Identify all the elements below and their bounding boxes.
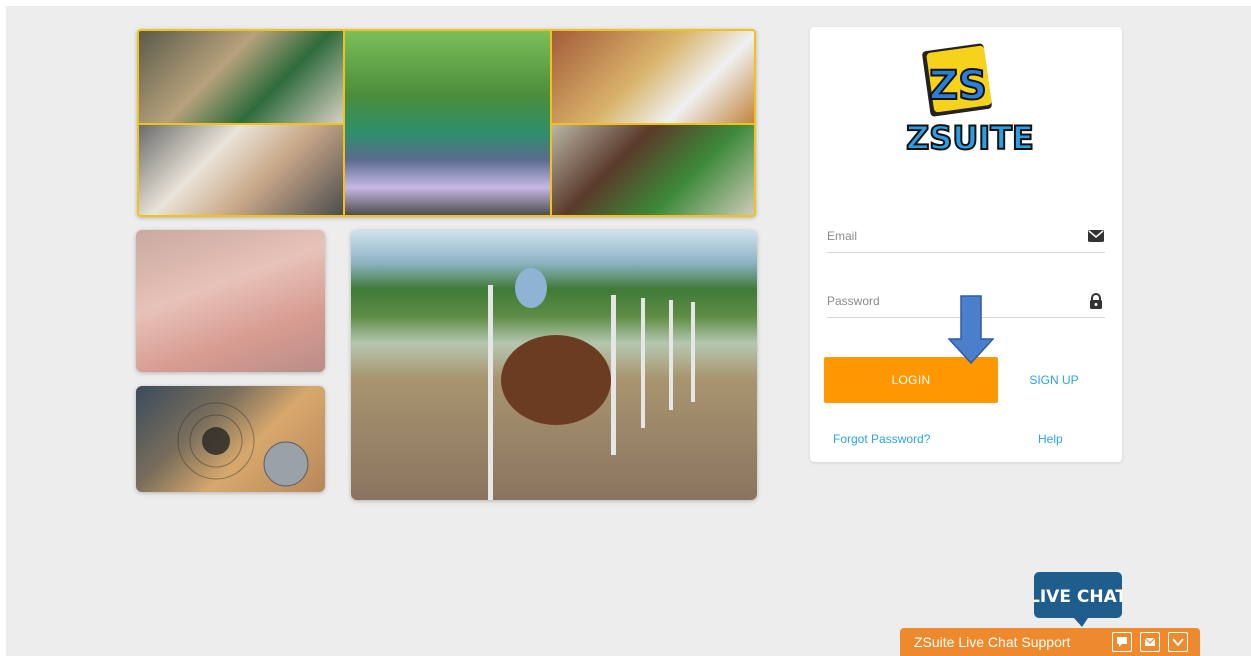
annotation-down-arrow-icon	[948, 295, 994, 365]
target-illustration	[177, 402, 309, 487]
photo-kids-exhibit	[139, 31, 343, 123]
live-chat-badge-text: LIVE CHAT	[1034, 587, 1122, 607]
chevron-down-icon[interactable]	[1168, 632, 1188, 652]
collage-photo	[137, 29, 756, 217]
photo-target-pellets	[136, 386, 325, 492]
photo-chef-entry	[552, 31, 754, 123]
chat-bubble-icon[interactable]	[1112, 632, 1132, 652]
signup-button[interactable]: SIGN UP	[1014, 357, 1094, 403]
page-edge-top	[0, 0, 1251, 6]
live-chat-bar[interactable]: ZSuite Live Chat Support	[900, 628, 1200, 656]
chat-envelope-icon[interactable]	[1140, 632, 1160, 652]
email-field[interactable]: Email	[827, 226, 1105, 253]
help-link[interactable]: Help	[1038, 432, 1063, 446]
logo-wordmark: ZSUITE	[906, 119, 1034, 157]
forgot-password-link[interactable]: Forgot Password?	[833, 432, 930, 446]
photo-barrel-racing	[351, 230, 757, 500]
logo-graphic: ZS ZSUITE	[905, 43, 1035, 158]
logo-mark: ZS	[929, 63, 987, 109]
email-label: Email	[827, 229, 858, 243]
lock-icon	[1090, 293, 1102, 309]
poles-illustration	[488, 268, 695, 500]
envelope-icon	[1088, 230, 1104, 242]
zsuite-logo: ZS ZSUITE	[900, 41, 1040, 158]
live-chat-badge[interactable]: LIVE CHAT	[1029, 572, 1127, 628]
photo-llama-show	[139, 125, 343, 215]
photo-pigs	[136, 230, 325, 372]
live-chat-bubble-icon: LIVE CHAT	[1029, 572, 1127, 627]
login-card: ZS ZSUITE Email Password LOGIN SIGN UP F…	[810, 27, 1122, 462]
photo-award-winners	[345, 31, 550, 215]
live-chat-title: ZSuite Live Chat Support	[914, 634, 1071, 650]
photo-pony-boy	[552, 125, 754, 215]
page-edge-left	[0, 0, 6, 656]
password-label: Password	[827, 294, 880, 308]
